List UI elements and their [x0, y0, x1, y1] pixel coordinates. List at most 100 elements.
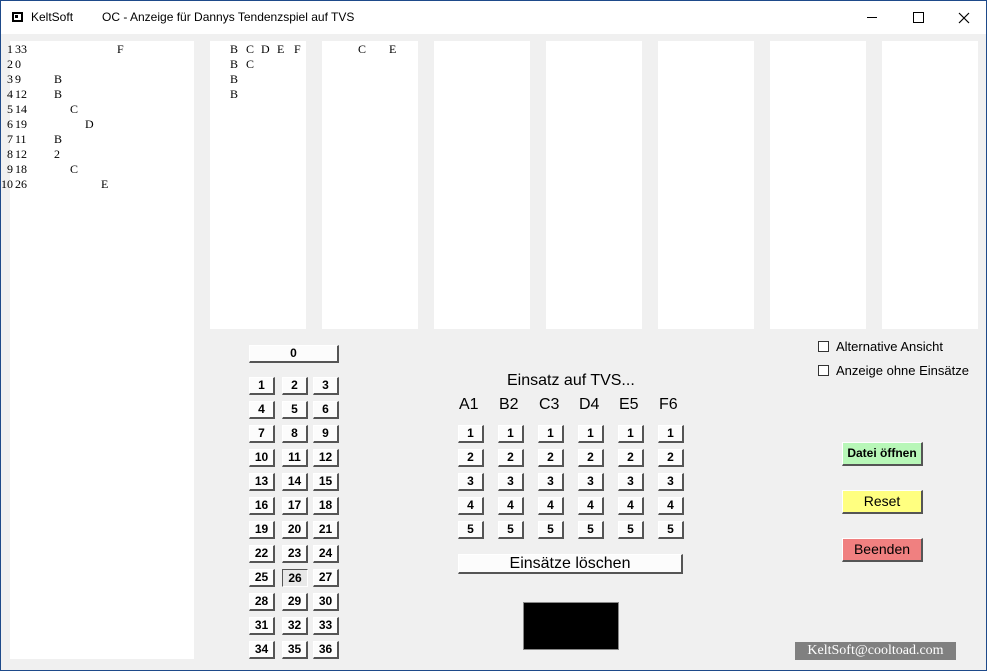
einsatz-button[interactable]: 1: [498, 425, 524, 443]
number-button-26[interactable]: 26: [282, 569, 308, 587]
close-button[interactable]: [941, 1, 987, 34]
einsatz-button[interactable]: 2: [578, 449, 604, 467]
einsatz-button[interactable]: 2: [538, 449, 564, 467]
number-button-3[interactable]: 3: [313, 377, 339, 395]
number-button-27[interactable]: 27: [313, 569, 339, 587]
number-button-19[interactable]: 19: [249, 521, 275, 539]
einsatz-button[interactable]: 2: [618, 449, 644, 467]
column-panel-5[interactable]: [658, 41, 754, 329]
number-button-7[interactable]: 7: [249, 425, 275, 443]
number-button-25[interactable]: 25: [249, 569, 275, 587]
einsatz-button[interactable]: 1: [618, 425, 644, 443]
number-button-1[interactable]: 1: [249, 377, 275, 395]
alt-view-checkbox[interactable]: [818, 341, 829, 352]
list-cell: F: [117, 42, 124, 56]
einsatz-button[interactable]: 1: [578, 425, 604, 443]
number-button-4[interactable]: 4: [249, 401, 275, 419]
open-file-button[interactable]: Datei öffnen: [842, 442, 923, 466]
einsatz-button[interactable]: 2: [658, 449, 684, 467]
list-cell: 14: [15, 102, 27, 116]
number-button-36[interactable]: 36: [313, 641, 339, 659]
einsatz-button[interactable]: 3: [538, 473, 564, 491]
einsatz-column-header: D4: [579, 396, 600, 413]
number-button-33[interactable]: 33: [313, 617, 339, 635]
column-panel-1[interactable]: BCDEFBCBB: [210, 41, 306, 329]
number-button-13[interactable]: 13: [249, 473, 275, 491]
einsatz-button[interactable]: 5: [458, 521, 484, 539]
column-panel-4[interactable]: [546, 41, 642, 329]
number-button-23[interactable]: 23: [282, 545, 308, 563]
number-button-22[interactable]: 22: [249, 545, 275, 563]
column-panel-6[interactable]: [770, 41, 866, 329]
number-button-18[interactable]: 18: [313, 497, 339, 515]
number-button-21[interactable]: 21: [313, 521, 339, 539]
list-cell: 8: [7, 147, 13, 161]
einsatz-button[interactable]: 2: [458, 449, 484, 467]
number-button-6[interactable]: 6: [313, 401, 339, 419]
list-cell: B: [54, 72, 63, 86]
einsatz-button[interactable]: 5: [498, 521, 524, 539]
reset-button[interactable]: Reset: [842, 490, 923, 514]
column-panel-7[interactable]: [882, 41, 978, 329]
number-button-31[interactable]: 31: [249, 617, 275, 635]
number-button-32[interactable]: 32: [282, 617, 308, 635]
einsatz-button[interactable]: 3: [498, 473, 524, 491]
number-button-10[interactable]: 10: [249, 449, 275, 467]
einsatz-button[interactable]: 4: [618, 497, 644, 515]
minimize-button[interactable]: [849, 1, 895, 34]
einsatz-button[interactable]: 1: [458, 425, 484, 443]
number-button-35[interactable]: 35: [282, 641, 308, 659]
einsatz-button[interactable]: 5: [658, 521, 684, 539]
einsatz-button[interactable]: 4: [458, 497, 484, 515]
column-panel-2[interactable]: CE: [322, 41, 418, 329]
list-cell: 0: [15, 57, 21, 71]
number-button-9[interactable]: 9: [313, 425, 339, 443]
einsatz-button[interactable]: 4: [658, 497, 684, 515]
number-button-29[interactable]: 29: [282, 593, 308, 611]
number-button-2[interactable]: 2: [282, 377, 308, 395]
panel-cell: B: [230, 42, 239, 56]
number-button-16[interactable]: 16: [249, 497, 275, 515]
number-button-5[interactable]: 5: [282, 401, 308, 419]
number-button-12[interactable]: 12: [313, 449, 339, 467]
einsatz-button[interactable]: 4: [538, 497, 564, 515]
einsatz-button[interactable]: 5: [578, 521, 604, 539]
no-bets-label: Anzeige ohne Einsätze: [836, 363, 969, 378]
number-button-34[interactable]: 34: [249, 641, 275, 659]
column-panel-3[interactable]: [434, 41, 530, 329]
number-button-17[interactable]: 17: [282, 497, 308, 515]
number-button-8[interactable]: 8: [282, 425, 308, 443]
quit-button[interactable]: Beenden: [842, 538, 923, 562]
minimize-icon: [866, 17, 877, 18]
list-cell: B: [54, 132, 63, 146]
einsatz-button[interactable]: 3: [578, 473, 604, 491]
no-bets-checkbox[interactable]: [818, 365, 829, 376]
einsatz-button[interactable]: 1: [538, 425, 564, 443]
result-list-panel[interactable]: 33F00100029B00312B00414C00519D00611B0071…: [1, 41, 194, 659]
number-button-20[interactable]: 20: [282, 521, 308, 539]
list-cell: 12: [15, 147, 27, 161]
panel-cell: F: [294, 42, 301, 56]
einsatz-button[interactable]: 2: [498, 449, 524, 467]
number-button-24[interactable]: 24: [313, 545, 339, 563]
list-cell: 33: [15, 42, 27, 56]
number-button-14[interactable]: 14: [282, 473, 308, 491]
clear-bets-button[interactable]: Einsätze löschen: [458, 554, 683, 574]
einsatz-button[interactable]: 5: [618, 521, 644, 539]
maximize-button[interactable]: [895, 1, 941, 34]
einsatz-button[interactable]: 3: [658, 473, 684, 491]
einsatz-button[interactable]: 1: [658, 425, 684, 443]
number-button-30[interactable]: 30: [313, 593, 339, 611]
einsatz-button[interactable]: 4: [578, 497, 604, 515]
einsatz-button[interactable]: 5: [538, 521, 564, 539]
list-cell: 12: [15, 87, 27, 101]
number-button-28[interactable]: 28: [249, 593, 275, 611]
einsatz-button[interactable]: 4: [498, 497, 524, 515]
number-button-11[interactable]: 11: [282, 449, 308, 467]
list-cell: 1: [7, 42, 13, 56]
einsatz-button[interactable]: 3: [458, 473, 484, 491]
number-button-15[interactable]: 15: [313, 473, 339, 491]
einsatz-button[interactable]: 3: [618, 473, 644, 491]
number-button-0[interactable]: 0: [249, 345, 339, 363]
list-cell: 9: [15, 72, 21, 86]
